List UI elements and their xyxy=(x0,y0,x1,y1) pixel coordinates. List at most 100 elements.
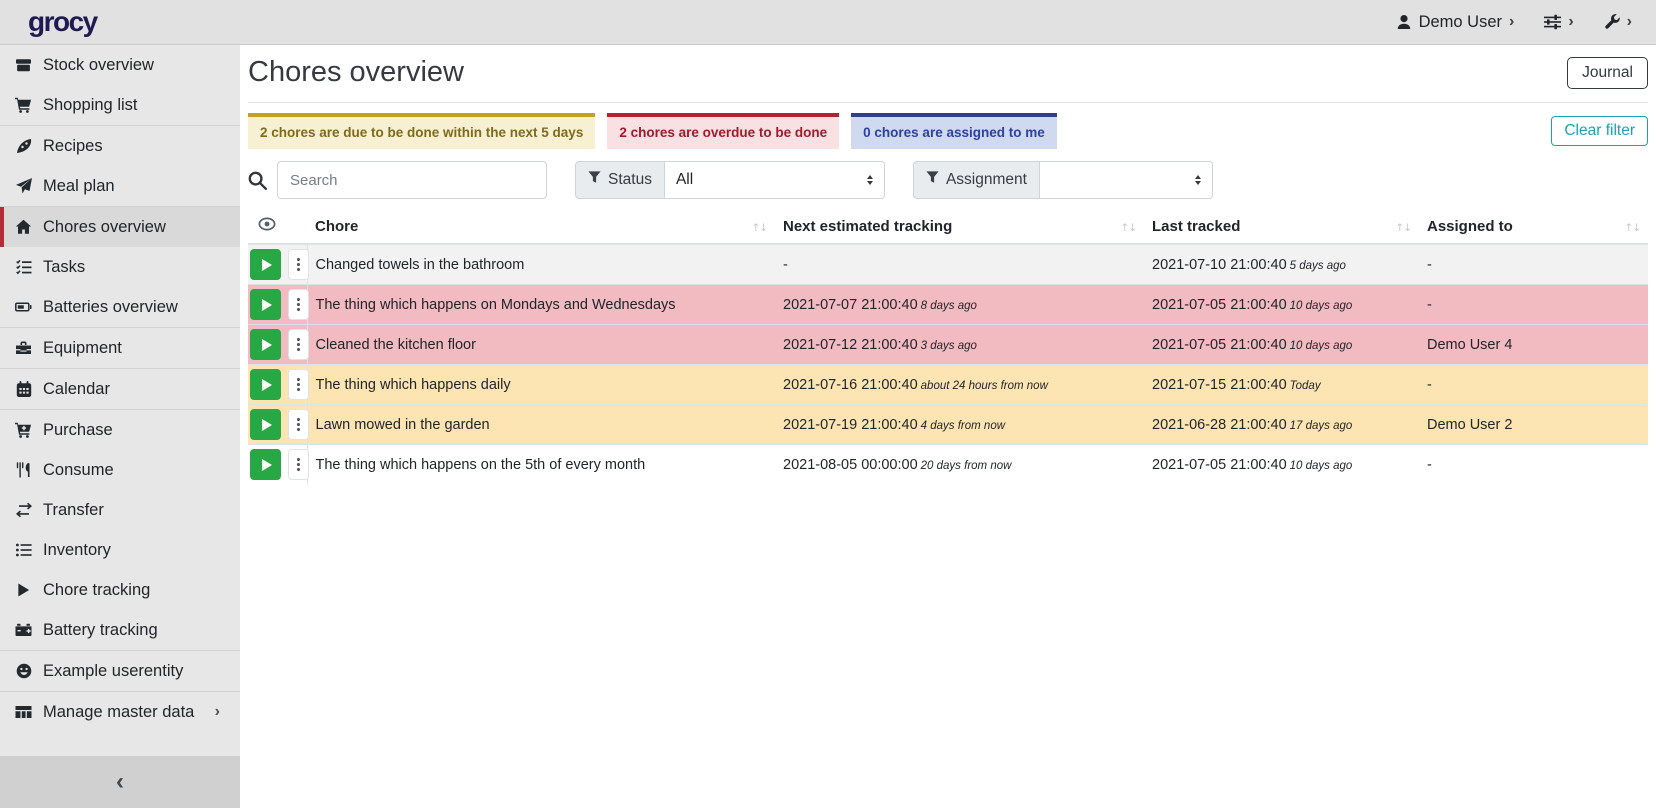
sort-icon[interactable]: ↑↓ xyxy=(1120,222,1136,234)
sort-icon[interactable]: ↑↓ xyxy=(1624,222,1640,234)
sort-icon[interactable]: ↑↓ xyxy=(1395,222,1411,234)
chevron-right-icon: › xyxy=(1509,14,1514,30)
row-actions-cell xyxy=(248,325,307,365)
sidebar-item-purchase[interactable]: Purchase › xyxy=(0,410,240,450)
row-menu-button[interactable] xyxy=(288,449,309,480)
status-filter-label: Status xyxy=(608,171,652,189)
track-chore-execution-button[interactable] xyxy=(250,369,281,400)
admin-menu[interactable]: › xyxy=(1604,14,1632,30)
row-menu-button[interactable] xyxy=(288,369,309,400)
sidebar-item-meal-plan[interactable]: Meal plan › xyxy=(0,166,240,206)
assigned-to-cell: - xyxy=(1419,244,1648,285)
sidebar: Stock overview › Shopping list › Recipes… xyxy=(0,45,240,808)
column-header-next-estimated-tracking[interactable]: ↑↓Next estimated tracking xyxy=(775,211,1144,244)
journal-button[interactable]: Journal xyxy=(1567,57,1648,89)
sidebar-item-label: Equipment xyxy=(43,339,122,358)
chore-name-cell: The thing which happens on Mondays and W… xyxy=(307,285,775,325)
search-filter-row: Status All Assignment xyxy=(248,161,1648,199)
track-chore-execution-button[interactable] xyxy=(250,249,281,280)
clear-filter-button[interactable]: Clear filter xyxy=(1551,116,1648,146)
vertical-ellipsis-icon xyxy=(297,423,300,426)
track-chore-execution-button[interactable] xyxy=(250,409,281,440)
play-icon xyxy=(262,419,272,431)
track-chore-execution-button[interactable] xyxy=(250,289,281,320)
due-soon-filter-banner[interactable]: 2 chores are due to be done within the n… xyxy=(248,113,595,149)
sidebar-collapse-button[interactable]: ‹ xyxy=(0,756,240,808)
sidebar-item-consume[interactable]: Consume › xyxy=(0,450,240,490)
sidebar-item-inventory[interactable]: Inventory › xyxy=(0,530,240,570)
chore-name-cell: Changed towels in the bathroom xyxy=(307,244,775,285)
sidebar-item-example-userentity[interactable]: Example userentity › xyxy=(0,651,240,691)
last-tracked-cell: 2021-07-05 21:00:4010 days ago xyxy=(1144,285,1419,325)
row-actions-cell xyxy=(248,285,307,325)
row-actions-cell xyxy=(248,365,307,405)
column-header-assigned-to[interactable]: ↑↓ Assigned to xyxy=(1419,211,1648,244)
assignment-filter-label: Assignment xyxy=(946,171,1027,189)
sidebar-item-label: Manage master data xyxy=(43,703,194,722)
table-row: The thing which happens on Mondays and W… xyxy=(248,285,1648,325)
column-header-chore[interactable]: ↑↓ Chore xyxy=(307,211,775,244)
sidebar-item-label: Purchase xyxy=(43,421,113,440)
exchange-arrows-icon xyxy=(14,502,33,518)
vertical-ellipsis-icon xyxy=(297,303,300,306)
wrench-icon xyxy=(1604,14,1620,30)
assigned-to-me-filter-banner[interactable]: 0 chores are assigned to me xyxy=(851,113,1057,149)
sidebar-item-stock-overview[interactable]: Stock overview › xyxy=(0,45,240,85)
last-tracked-cell: 2021-07-15 21:00:40Today xyxy=(1144,365,1419,405)
sort-icon[interactable]: ↑↓ xyxy=(751,222,767,234)
chevron-right-icon: › xyxy=(215,703,220,721)
table-row: The thing which happens on the 5th of ev… xyxy=(248,445,1648,485)
row-menu-button[interactable] xyxy=(288,409,309,440)
sliders-icon xyxy=(1544,14,1561,30)
column-header-label: Chore xyxy=(315,218,358,235)
chore-name-cell: The thing which happens daily xyxy=(307,365,775,405)
vertical-ellipsis-icon xyxy=(297,343,300,346)
search-icon xyxy=(248,171,267,190)
sidebar-item-battery-tracking[interactable]: Battery tracking › xyxy=(0,610,240,650)
list-icon xyxy=(14,542,33,558)
track-chore-execution-button[interactable] xyxy=(250,329,281,360)
table-row: Lawn mowed in the garden 2021-07-19 21:0… xyxy=(248,405,1648,445)
sidebar-item-manage-master-data[interactable]: Manage master data › xyxy=(0,692,240,732)
row-menu-button[interactable] xyxy=(288,249,309,280)
assignment-filter-select[interactable] xyxy=(1040,161,1213,199)
column-header-label: Assigned to xyxy=(1427,218,1513,235)
shopping-cart-icon xyxy=(14,97,33,113)
sidebar-item-calendar[interactable]: Calendar › xyxy=(0,369,240,409)
play-icon xyxy=(262,379,272,391)
sidebar-item-chore-tracking[interactable]: Chore tracking › xyxy=(0,570,240,610)
sidebar-item-label: Battery tracking xyxy=(43,621,158,640)
search-input[interactable] xyxy=(277,161,547,199)
overdue-filter-banner[interactable]: 2 chores are overdue to be done xyxy=(607,113,839,149)
status-filter-select[interactable]: All xyxy=(665,161,885,199)
assigned-to-cell: - xyxy=(1419,445,1648,485)
play-icon xyxy=(14,582,33,598)
battery-icon xyxy=(14,299,33,315)
grocy-logo[interactable]: grocy xyxy=(28,6,97,38)
row-menu-button[interactable] xyxy=(288,329,309,360)
track-chore-execution-button[interactable] xyxy=(250,449,281,480)
user-menu-label: Demo User xyxy=(1419,13,1502,32)
sidebar-item-transfer[interactable]: Transfer › xyxy=(0,490,240,530)
chevron-right-icon: › xyxy=(1627,14,1632,30)
sidebar-item-chores-overview[interactable]: Chores overview › xyxy=(0,207,240,247)
settings-menu[interactable]: › xyxy=(1544,14,1573,30)
row-menu-button[interactable] xyxy=(288,289,309,320)
sidebar-item-label: Batteries overview xyxy=(43,298,178,317)
chevron-right-icon: › xyxy=(1568,14,1573,30)
sidebar-item-shopping-list[interactable]: Shopping list › xyxy=(0,85,240,125)
column-header-last-tracked[interactable]: ↑↓ Last tracked xyxy=(1144,211,1419,244)
smiley-icon xyxy=(14,663,33,679)
user-menu[interactable]: Demo User › xyxy=(1396,13,1515,32)
sidebar-item-tasks[interactable]: Tasks › xyxy=(0,247,240,287)
top-navbar: grocy Demo User › › › xyxy=(0,0,1656,45)
vertical-ellipsis-icon xyxy=(297,463,300,466)
sidebar-item-batteries-overview[interactable]: Batteries overview › xyxy=(0,287,240,327)
user-icon xyxy=(1396,14,1412,30)
sidebar-item-label: Consume xyxy=(43,461,114,480)
visibility-column-header[interactable] xyxy=(248,211,307,244)
sidebar-item-equipment[interactable]: Equipment › xyxy=(0,328,240,368)
column-header-label: Last tracked xyxy=(1152,218,1240,235)
next-tracking-cell: 2021-08-05 00:00:0020 days from now xyxy=(775,445,1144,485)
sidebar-item-recipes[interactable]: Recipes › xyxy=(0,126,240,166)
